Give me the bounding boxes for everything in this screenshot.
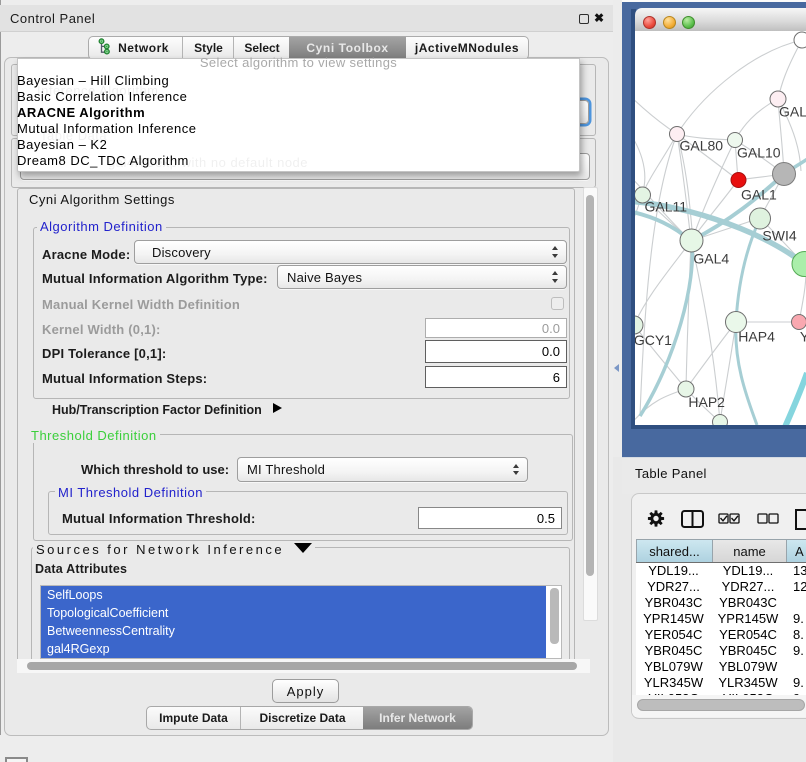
svg-text:HAP4: HAP4 <box>738 329 775 345</box>
svg-text:SWI4: SWI4 <box>762 228 796 244</box>
svg-text:GAL1: GAL1 <box>741 187 777 203</box>
svg-text:GAL80: GAL80 <box>680 137 724 153</box>
svg-text:GAL10: GAL10 <box>737 144 781 160</box>
svg-text:GAL4: GAL4 <box>693 251 729 267</box>
svg-text:GAL11: GAL11 <box>645 199 688 215</box>
svg-text:Y: Y <box>800 329 806 345</box>
svg-text:HAP2: HAP2 <box>688 394 725 410</box>
svg-text:GCY1: GCY1 <box>635 332 672 348</box>
svg-text:GAL: GAL <box>779 104 806 120</box>
